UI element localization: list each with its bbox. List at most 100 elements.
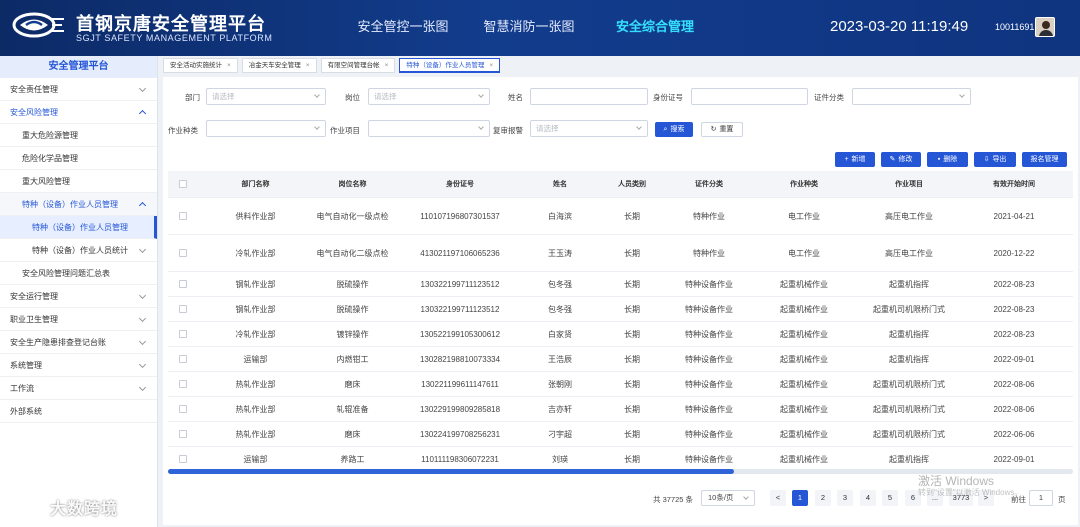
- row-checkbox[interactable]: [179, 455, 187, 463]
- sidebar-item-system-management[interactable]: 系统管理: [0, 354, 157, 377]
- nav-safety-management[interactable]: 安全综合管理: [592, 0, 718, 56]
- prev-page-button[interactable]: <: [770, 490, 786, 506]
- sidebar-item-safety-responsibility[interactable]: 安全责任管理: [0, 78, 157, 101]
- close-icon[interactable]: ×: [306, 62, 310, 69]
- header-select-cell: [168, 171, 198, 197]
- row-checkbox[interactable]: [179, 355, 187, 363]
- scrollbar-thumb[interactable]: [168, 469, 734, 474]
- row-checkbox[interactable]: [179, 380, 187, 388]
- row-checkbox[interactable]: [179, 430, 187, 438]
- table-row[interactable]: 热轧作业部 磨床 130224199708256231 刁宇超 长期 特种设备作…: [168, 422, 1073, 447]
- column-header[interactable]: 岗位名称: [305, 171, 400, 197]
- sidebar-item-workflow[interactable]: 工作流: [0, 377, 157, 400]
- trash-icon: ▪: [937, 156, 941, 163]
- sidebar-item-label: 工作流: [10, 384, 34, 393]
- reset-button[interactable]: ↻ 重置: [701, 122, 743, 137]
- table-cell: 电工作业: [788, 211, 820, 221]
- cert-select[interactable]: [852, 88, 971, 105]
- sidebar-item-hazardous-chemicals[interactable]: 危险化学品管理: [0, 147, 157, 170]
- column-header[interactable]: 人员类别: [600, 171, 664, 197]
- sidebar-title: 安全管理平台: [0, 56, 157, 78]
- row-checkbox[interactable]: [179, 305, 187, 313]
- table-row[interactable]: 热轧作业部 磨床 130221199611147611 张朝刚 长期 特种设备作…: [168, 372, 1073, 397]
- name-label: 姓名: [508, 93, 523, 102]
- table-cell: 长期: [624, 248, 640, 258]
- sidebar-item-safety-operation[interactable]: 安全运行管理: [0, 285, 157, 308]
- table-cell: 冷轧作业部: [235, 329, 276, 339]
- table-row[interactable]: 运输部 内燃钳工 130282198810073334 王浩辰 长期 特种设备作…: [168, 347, 1073, 372]
- sidebar-item-risk-issue-summary[interactable]: 安全风险管理问题汇总表: [0, 262, 157, 285]
- page-button[interactable]: 2: [815, 490, 831, 506]
- table-row[interactable]: 钢轧作业部 脱硫操作 130322199711123512 包冬强 长期 特种设…: [168, 272, 1073, 297]
- row-checkbox[interactable]: [179, 405, 187, 413]
- table-cell: 冷轧作业部: [235, 248, 276, 258]
- table-cell: 长期: [624, 429, 640, 439]
- close-icon[interactable]: ×: [489, 62, 493, 69]
- sidebar-item-label: 特种（设备）作业人员统计: [32, 246, 128, 255]
- user-avatar[interactable]: [1035, 17, 1055, 37]
- report-management-button[interactable]: 报名管理: [1022, 152, 1067, 167]
- column-header[interactable]: 部门名称: [208, 171, 303, 197]
- row-checkbox[interactable]: [179, 249, 187, 257]
- table-cell: 起重机械作业: [780, 404, 828, 414]
- edit-button[interactable]: ✎ 修改: [881, 152, 921, 167]
- nav-safety-control-map[interactable]: 安全管控一张图: [340, 0, 466, 56]
- column-header[interactable]: 有效开始时间: [964, 171, 1064, 197]
- close-icon[interactable]: ×: [227, 62, 231, 69]
- sidebar-item-special-worker-statistics[interactable]: 特种（设备）作业人员统计: [0, 239, 157, 262]
- search-button[interactable]: ⌕ 搜索: [655, 122, 693, 137]
- page-button[interactable]: 4: [860, 490, 876, 506]
- sidebar-item-major-risk[interactable]: 重大风险管理: [0, 170, 157, 193]
- table-row[interactable]: 钢轧作业部 脱硫操作 130322199711123512 包冬强 长期 特种设…: [168, 297, 1073, 322]
- sidebar-item-external-system[interactable]: 外部系统: [0, 400, 157, 423]
- page-button[interactable]: 1: [792, 490, 808, 506]
- name-input[interactable]: [530, 88, 648, 105]
- table-cell: 2022-08-23: [993, 329, 1035, 339]
- select-all-checkbox[interactable]: [179, 180, 187, 188]
- add-button-label: 新增: [851, 156, 866, 163]
- post-select[interactable]: 请选择: [368, 88, 490, 105]
- table-row[interactable]: 冷轧作业部 镀锌操作 130522199105300612 白家贤 长期 特种设…: [168, 322, 1073, 347]
- tab-activity-statistics[interactable]: 安全活动实施统计 ×: [163, 58, 238, 73]
- column-header[interactable]: 姓名: [520, 171, 600, 197]
- add-button[interactable]: + 新增: [835, 152, 875, 167]
- chevron-down-icon: [314, 124, 320, 130]
- dept-select[interactable]: 请选择: [206, 88, 326, 105]
- sidebar-item-hazard-ledger[interactable]: 安全生产隐患排查登记台账: [0, 331, 157, 354]
- sidebar-item-risk-management[interactable]: 安全风险管理: [0, 101, 157, 124]
- column-header[interactable]: 作业项目: [854, 171, 964, 197]
- sidebar-item-special-worker-management[interactable]: 特种（设备）作业人员管理: [0, 216, 157, 239]
- sidebar-item-label: 特种（设备）作业人员管理: [32, 223, 128, 232]
- table-cell: 起重机指挥: [889, 454, 929, 464]
- tab-crane-safety[interactable]: 冶金天车安全管理 ×: [241, 58, 317, 73]
- tab-special-worker-management[interactable]: 特种（设备）作业人员管理 ×: [399, 58, 501, 73]
- column-header[interactable]: 证件分类: [664, 171, 754, 197]
- nav-fire-protection-map[interactable]: 智慧消防一张图: [466, 0, 592, 56]
- page-size-select[interactable]: 10条/页: [701, 490, 755, 506]
- column-header[interactable]: 身份证号: [400, 171, 520, 197]
- export-button[interactable]: ⇩ 导出: [974, 152, 1016, 167]
- goto-page-input[interactable]: 1: [1029, 490, 1053, 506]
- review-select[interactable]: 请选择: [530, 120, 648, 137]
- sidebar-item-major-hazard[interactable]: 重大危险源管理: [0, 124, 157, 147]
- row-checkbox[interactable]: [179, 280, 187, 288]
- user-id[interactable]: 10011691: [995, 22, 1034, 32]
- page-button[interactable]: 3: [837, 490, 853, 506]
- row-select-cell: [168, 397, 198, 421]
- row-checkbox[interactable]: [179, 330, 187, 338]
- column-header[interactable]: 作业种类: [754, 171, 854, 197]
- table-cell: 2021-04-21: [993, 211, 1035, 221]
- workitem-select[interactable]: [368, 120, 490, 137]
- table-row[interactable]: 热轧作业部 轧辊准备 130229199809285818 吉亦轩 长期 特种设…: [168, 397, 1073, 422]
- table-row[interactable]: 冷轧作业部 电气自动化二级点检 413021197106065236 王玉涛 长…: [168, 235, 1073, 272]
- worktype-select[interactable]: [206, 120, 326, 137]
- table-row[interactable]: 供料作业部 电气自动化一级点检 110107196807301537 白海滨 长…: [168, 198, 1073, 235]
- sidebar-item-special-worker-group[interactable]: 特种（设备）作业人员管理: [0, 193, 157, 216]
- sidebar-item-occupational-health[interactable]: 职业卫生管理: [0, 308, 157, 331]
- close-icon[interactable]: ×: [385, 62, 389, 69]
- tab-confined-space-ledger[interactable]: 有限空间管理台帐 ×: [320, 58, 396, 73]
- row-checkbox[interactable]: [179, 212, 187, 220]
- delete-button[interactable]: ▪ 删除: [927, 152, 968, 167]
- page-button[interactable]: 5: [882, 490, 898, 506]
- idno-input[interactable]: [691, 88, 808, 105]
